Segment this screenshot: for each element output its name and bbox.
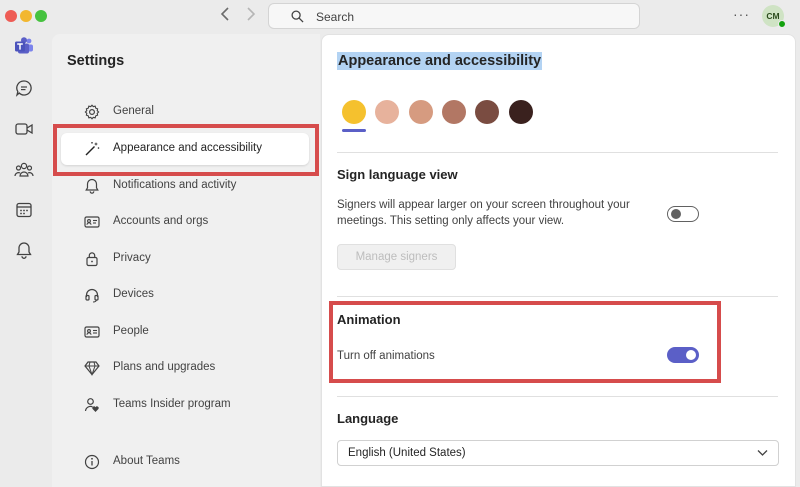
search-icon [291,10,304,23]
highlight-box-animation [329,301,721,383]
nav-label-teams-insider-program: Teams Insider program [113,398,231,410]
toggle-knob [671,209,681,219]
info-icon [84,454,100,470]
settings-nav-pane: Settings General Appearance and accessib… [52,34,320,487]
nav-item-people[interactable]: People [61,316,309,348]
nav-label-plans-and-upgrades: Plans and upgrades [113,361,216,373]
teams-logo-icon[interactable] [12,34,36,58]
sign-language-heading: Sign language view [337,167,458,182]
communities-icon[interactable] [12,158,36,182]
chevron-down-icon [757,450,768,456]
sign-language-description-line-1: Signers will appear larger on your scree… [337,199,630,211]
search-placeholder: Search [316,10,355,24]
app-rail [0,34,48,487]
page-title: Appearance and accessibility [337,52,543,70]
divider [337,296,778,297]
bell-icon [85,178,99,194]
title-bar: Search ··· CM [0,0,800,34]
bell-icon[interactable] [12,238,36,262]
settings-content: Appearance and accessibility Sign langua… [321,34,796,487]
contact-card-icon [84,326,100,338]
nav-item-about-teams[interactable]: About Teams [61,446,309,478]
minimize-window-button[interactable] [20,10,32,22]
lock-icon [86,252,98,267]
back-arrow-icon[interactable] [216,7,234,26]
maximize-window-button[interactable] [35,10,47,22]
language-heading: Language [337,411,399,426]
video-camera-icon[interactable] [12,117,36,141]
forward-arrow-icon[interactable] [242,7,260,26]
divider [337,396,778,397]
language-dropdown[interactable]: English (United States) [337,440,779,466]
diamond-icon [84,361,100,376]
skin-tone-swatch[interactable] [409,100,433,124]
manage-signers-button[interactable]: Manage signers [337,244,456,270]
sign-language-toggle[interactable] [667,206,699,222]
nav-label-privacy: Privacy [113,252,151,264]
highlight-box-appearance [53,124,319,176]
sign-language-description-line-2: meetings. This setting only affects your… [337,215,565,227]
skin-tone-swatch[interactable] [342,100,366,124]
gear-icon [84,104,100,120]
search-box[interactable]: Search [268,3,640,29]
divider [337,152,778,153]
nav-item-teams-insider-program[interactable]: Teams Insider program [61,389,309,421]
more-options-button[interactable]: ··· [733,6,750,22]
calendar-icon[interactable] [12,198,36,222]
nav-item-devices[interactable]: Devices [61,279,309,311]
nav-item-privacy[interactable]: Privacy [61,243,309,275]
skin-tone-swatch[interactable] [442,100,466,124]
skin-tone-swatch[interactable] [375,100,399,124]
nav-label-general: General [113,105,154,117]
nav-item-accounts-and-orgs[interactable]: Accounts and orgs [61,206,309,238]
headset-icon [85,288,99,303]
nav-label-about-teams: About Teams [113,455,180,467]
selected-skin-tone-indicator [342,129,366,132]
nav-item-plans-and-upgrades[interactable]: Plans and upgrades [61,352,309,384]
settings-title: Settings [67,53,125,69]
close-window-button[interactable] [5,10,17,22]
nav-label-devices: Devices [113,288,154,300]
id-card-icon [84,216,100,228]
skin-tone-swatch[interactable] [475,100,499,124]
skin-tone-swatch[interactable] [509,100,533,124]
nav-label-people: People [113,325,149,337]
nav-label-accounts-and-orgs: Accounts and orgs [113,215,209,227]
nav-label-notifications-and-activity: Notifications and activity [113,179,237,191]
person-heart-icon [84,398,99,412]
language-selected-value: English (United States) [348,447,466,459]
presence-available-icon [778,20,786,28]
chat-icon[interactable] [12,76,36,100]
